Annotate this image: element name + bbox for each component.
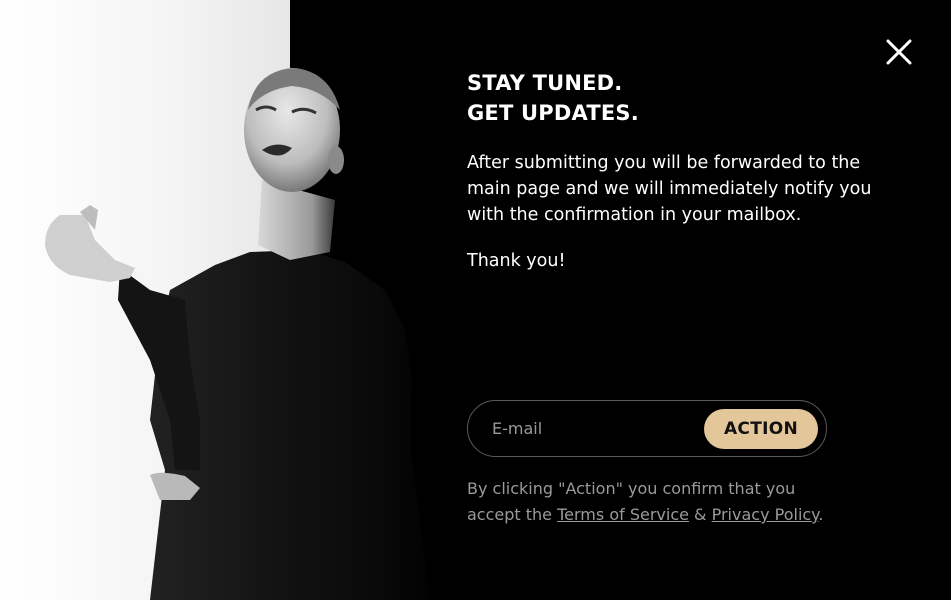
close-icon [886,39,912,65]
headline: STAY TUNED. GET UPDATES. [467,68,907,128]
action-button[interactable]: ACTION [704,408,818,449]
model-photo [0,0,470,600]
terms-of-service-link[interactable]: Terms of Service [557,505,689,524]
legal-suffix: . [818,505,824,524]
email-input[interactable] [468,401,704,456]
headline-line-1: STAY TUNED. [467,71,623,95]
modal-content: STAY TUNED. GET UPDATES. After submittin… [467,68,907,274]
subscribe-form: ACTION [467,400,827,457]
privacy-policy-link[interactable]: Privacy Policy [712,505,819,524]
headline-line-2: GET UPDATES. [467,101,639,125]
close-button[interactable] [883,36,915,68]
description-text: After submitting you will be forwarded t… [467,153,872,225]
subscribe-modal: STAY TUNED. GET UPDATES. After submittin… [0,0,951,600]
thanks-text: Thank you! [467,251,566,271]
legal-separator: & [688,505,712,524]
legal-text: By clicking "Action" you confirm that yo… [467,476,847,528]
